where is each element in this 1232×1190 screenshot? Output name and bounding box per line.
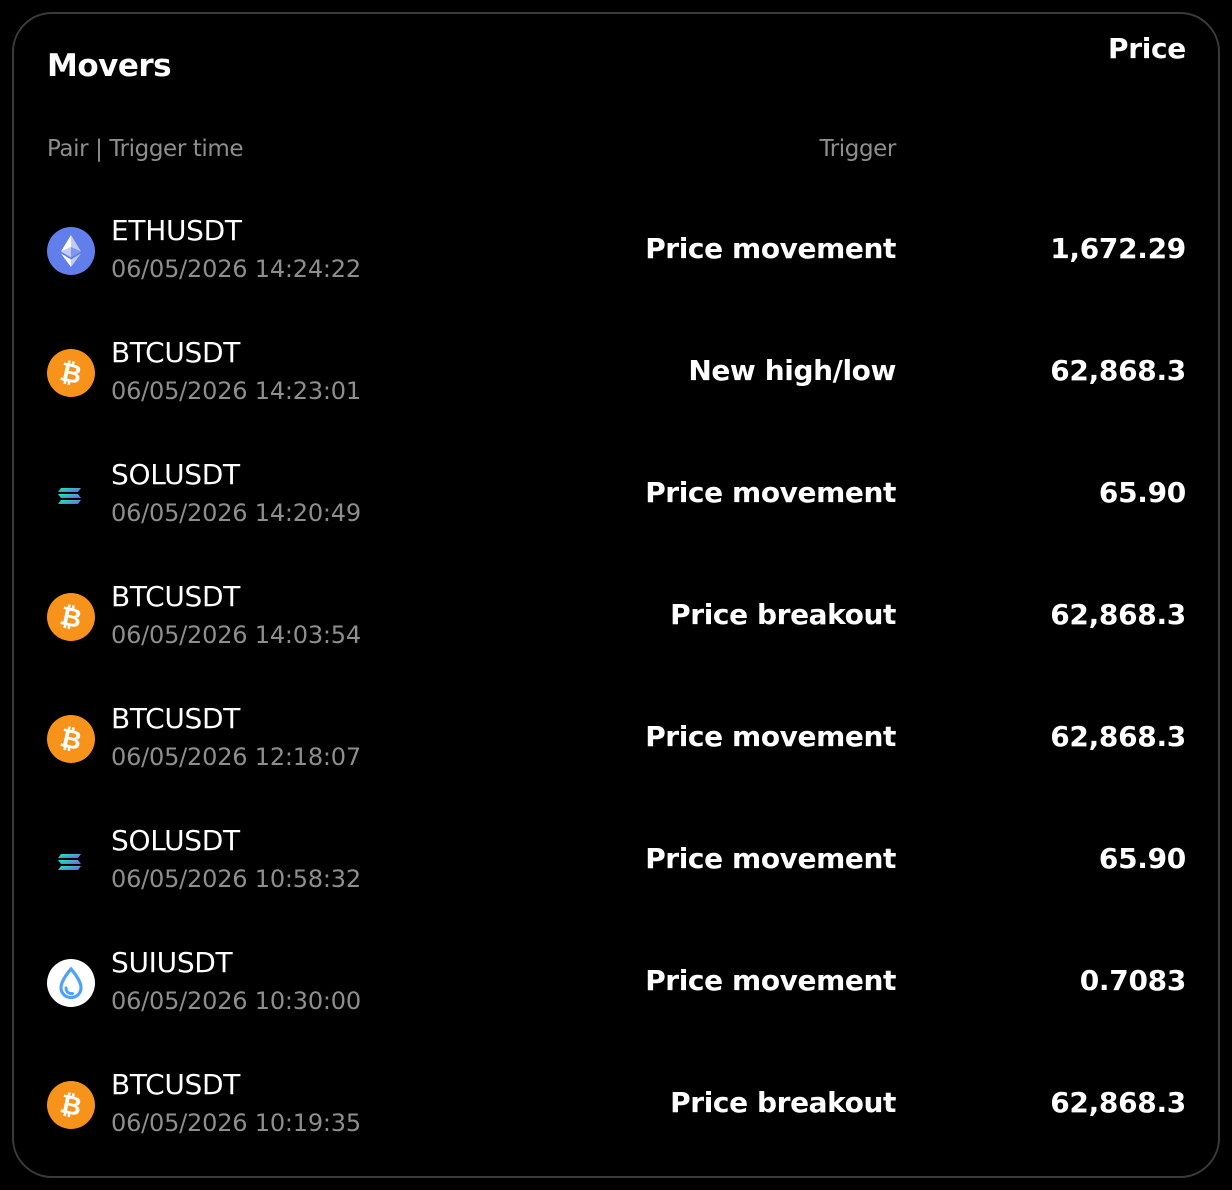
price-value: 62,868.3 [1050,1086,1186,1119]
sol-icon [47,471,95,519]
trigger-type: New high/low [688,354,896,387]
mover-row-solusdt[interactable]: SOLUSDT 06/05/2026 10:58:32 Price moveme… [14,824,1218,946]
movers-panel: Movers Pair | Trigger time Trigger Price… [12,12,1220,1178]
btc-icon: ₿ [47,593,95,641]
column-header-trigger: Trigger [819,136,896,162]
price-value: 1,672.29 [1050,232,1186,265]
trigger-time: 06/05/2026 10:58:32 [111,865,361,893]
trigger-time: 06/05/2026 14:23:01 [111,377,361,405]
mover-row-btcusdt[interactable]: ₿ BTCUSDT 06/05/2026 14:03:54 Price brea… [14,580,1218,702]
price-value: 0.7083 [1079,964,1187,997]
sol-icon [47,837,95,885]
price-value: 62,868.3 [1050,598,1186,631]
pair-symbol: SOLUSDT [111,824,240,857]
trigger-type: Price movement [645,476,896,509]
trigger-type: Price movement [645,232,896,265]
price-value: 62,868.3 [1050,354,1186,387]
pair-symbol: BTCUSDT [111,336,241,369]
pair-symbol: BTCUSDT [111,702,241,735]
panel-title: Movers [47,48,172,84]
trigger-time: 06/05/2026 12:18:07 [111,743,361,771]
price-value: 62,868.3 [1050,720,1186,753]
column-header-price: Price [1107,32,1186,65]
pair-symbol: BTCUSDT [111,580,241,613]
mover-row-btcusdt[interactable]: ₿ BTCUSDT 06/05/2026 10:19:35 Price brea… [14,1068,1218,1190]
pair-symbol: SUIUSDT [111,946,233,979]
pair-symbol: SOLUSDT [111,458,240,491]
trigger-time: 06/05/2026 10:19:35 [111,1109,361,1137]
mover-row-solusdt[interactable]: SOLUSDT 06/05/2026 14:20:49 Price moveme… [14,458,1218,580]
trigger-type: Price breakout [670,1086,896,1119]
trigger-type: Price movement [645,842,896,875]
sui-icon [47,959,95,1007]
btc-icon: ₿ [47,1081,95,1129]
mover-row-btcusdt[interactable]: ₿ BTCUSDT 06/05/2026 14:23:01 New high/l… [14,336,1218,458]
btc-icon: ₿ [47,715,95,763]
trigger-type: Price movement [645,964,896,997]
mover-row-btcusdt[interactable]: ₿ BTCUSDT 06/05/2026 12:18:07 Price move… [14,702,1218,824]
trigger-time: 06/05/2026 14:24:22 [111,255,361,283]
pair-symbol: BTCUSDT [111,1068,241,1101]
trigger-type: Price movement [645,720,896,753]
trigger-time: 06/05/2026 14:03:54 [111,621,361,649]
pair-symbol: ETHUSDT [111,214,242,247]
btc-icon: ₿ [47,349,95,397]
trigger-time: 06/05/2026 14:20:49 [111,499,361,527]
price-value: 65.90 [1098,476,1186,509]
eth-icon [47,227,95,275]
column-header-pair: Pair | Trigger time [47,136,244,162]
price-value: 65.90 [1098,842,1186,875]
trigger-type: Price breakout [670,598,896,631]
trigger-time: 06/05/2026 10:30:00 [111,987,361,1015]
mover-row-ethusdt[interactable]: ETHUSDT 06/05/2026 14:24:22 Price moveme… [14,214,1218,336]
mover-row-suiusdt[interactable]: SUIUSDT 06/05/2026 10:30:00 Price moveme… [14,946,1218,1068]
